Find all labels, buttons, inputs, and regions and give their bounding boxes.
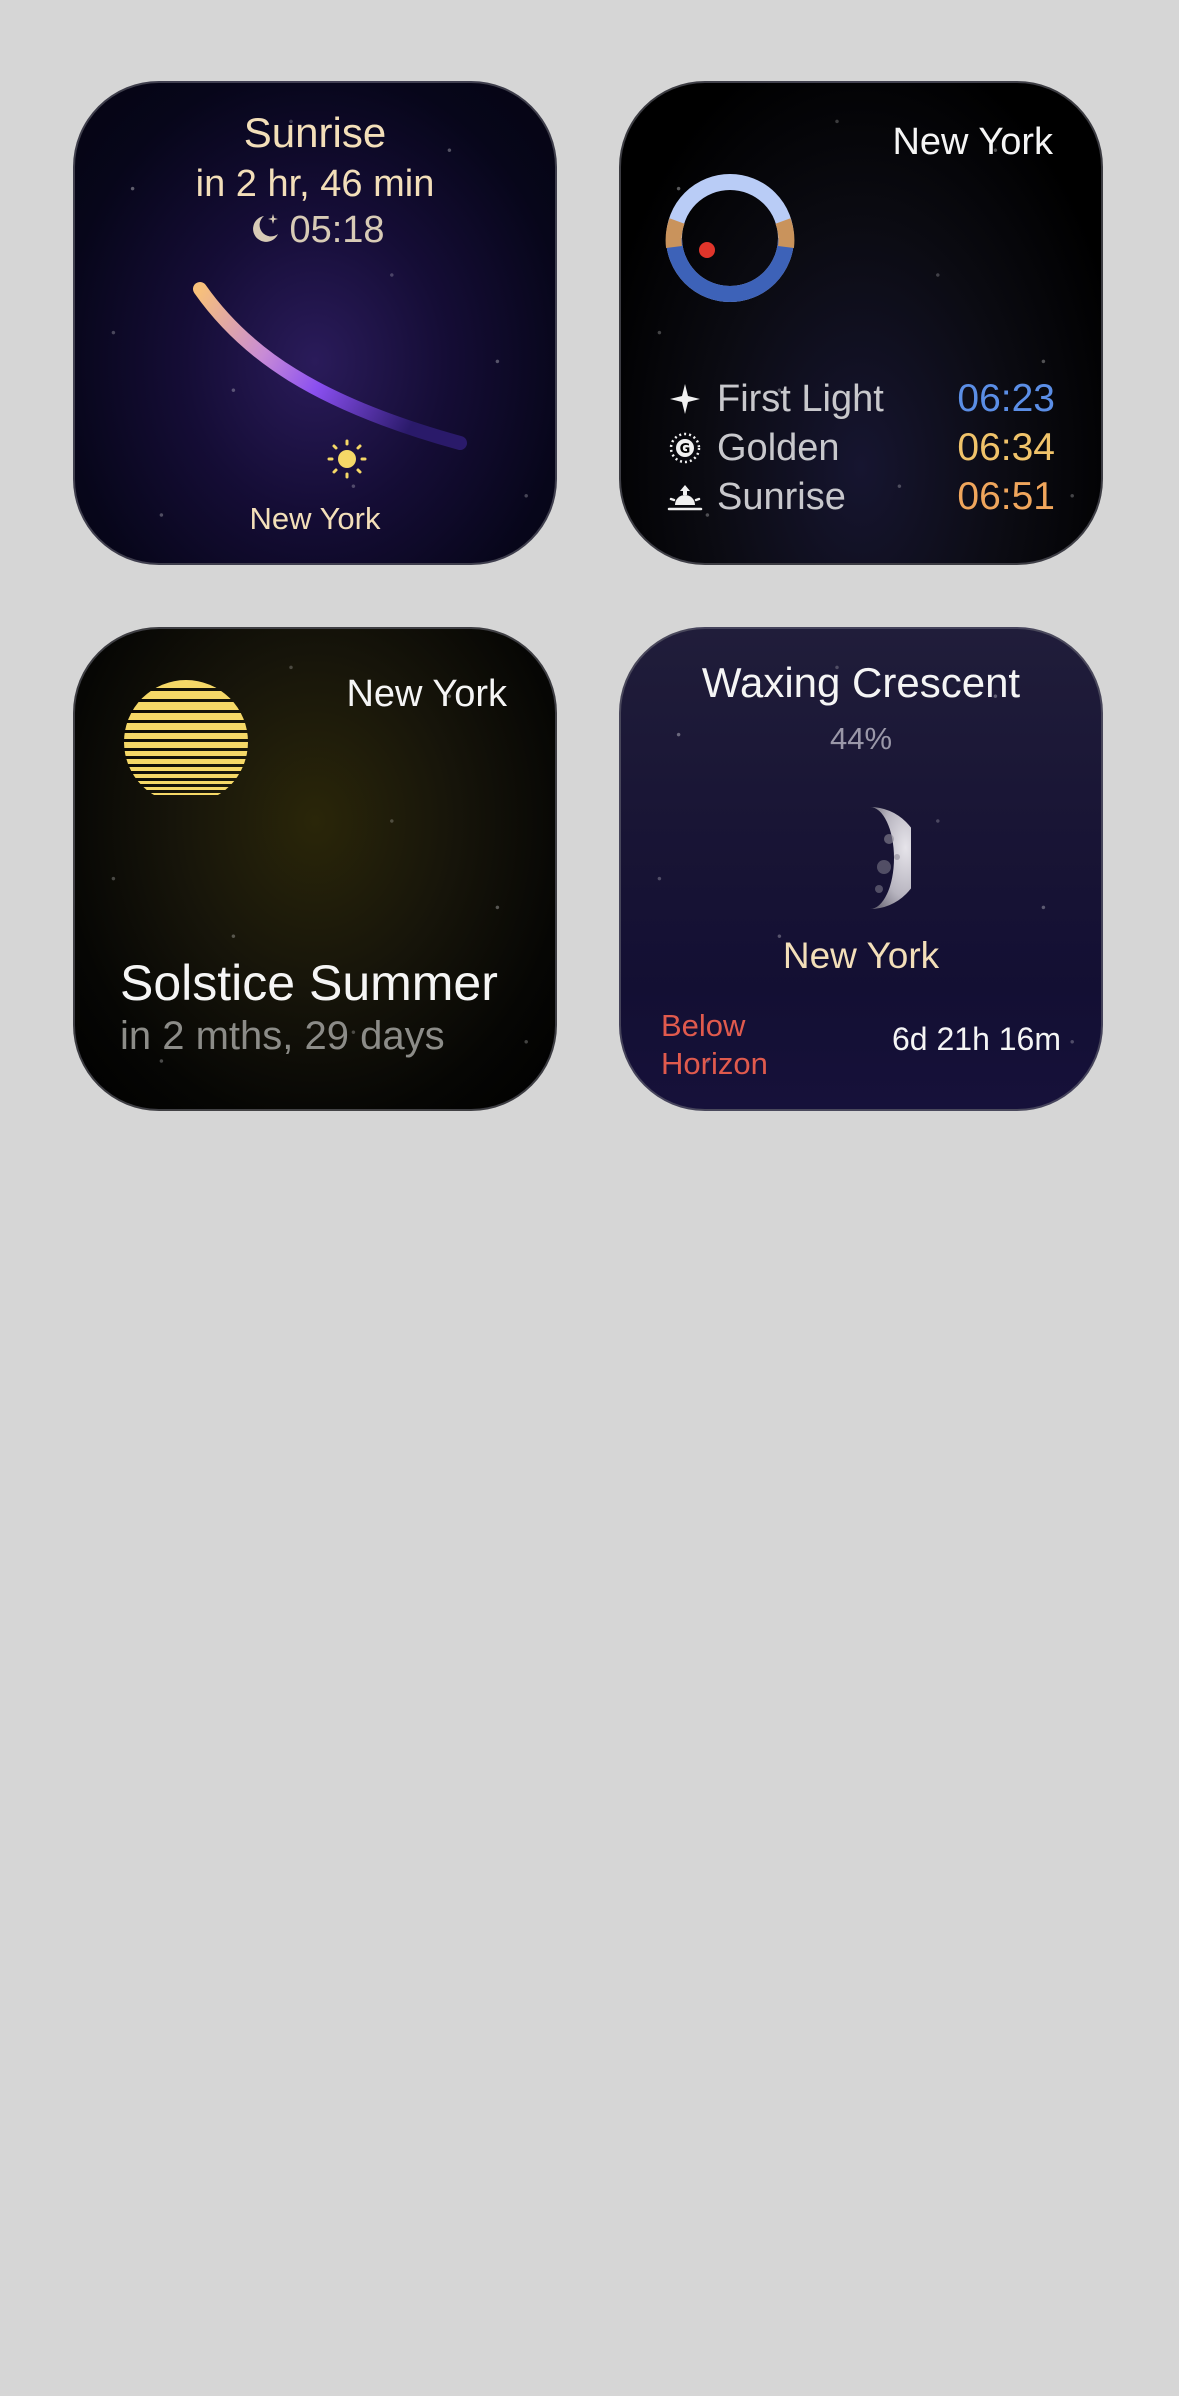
moon-phase-widget[interactable]: Waxing Crescent 44% New York Below Horiz… [619, 627, 1103, 1111]
times-city: New York [892, 121, 1053, 163]
sun-icon [326, 438, 368, 485]
golden-hour-icon: G [667, 430, 703, 466]
sparkle-icon [667, 381, 703, 417]
moon-horizon-status: Below Horizon [661, 1008, 768, 1081]
golden-row: G Golden 06:34 [667, 424, 1055, 472]
sun-path-arc [193, 282, 467, 450]
solstice-city: New York [346, 673, 507, 715]
striped-sun-icon [123, 679, 249, 810]
sunrise-icon [667, 479, 703, 515]
golden-label: Golden [717, 426, 840, 469]
moon-next-event-countdown: 6d 21h 16m [891, 1021, 1061, 1057]
moon-city: New York [782, 935, 940, 976]
solstice-event: Solstice Summer [120, 955, 498, 1011]
first-light-time: 06:23 [957, 377, 1055, 420]
sunrise-label: Sunrise [717, 475, 846, 518]
day-ring-icon [665, 173, 795, 308]
first-light-label: First Light [717, 377, 884, 420]
solstice-widget[interactable]: New York Solstice Summer in 2 mths, 29 d… [73, 627, 557, 1111]
solstice-countdown: in 2 mths, 29 days [120, 1014, 445, 1058]
moon-icon [829, 805, 921, 916]
sun-times-widget[interactable]: New York First Light 06:23 G Golden 06:3… [619, 81, 1103, 565]
moon-phase-name: Waxing Crescent [701, 659, 1021, 706]
sunrise-time: 06:51 [957, 475, 1055, 518]
first-light-row: First Light 06:23 [667, 375, 1055, 423]
sunrise-city: New York [249, 501, 381, 536]
svg-text:G: G [680, 442, 691, 457]
sunrise-row: Sunrise 06:51 [667, 473, 1055, 521]
moon-illumination: 44% [829, 721, 893, 756]
sunrise-widget[interactable]: Sunrise in 2 hr, 46 min 05:18 New York [73, 81, 557, 565]
golden-time: 06:34 [957, 426, 1055, 469]
